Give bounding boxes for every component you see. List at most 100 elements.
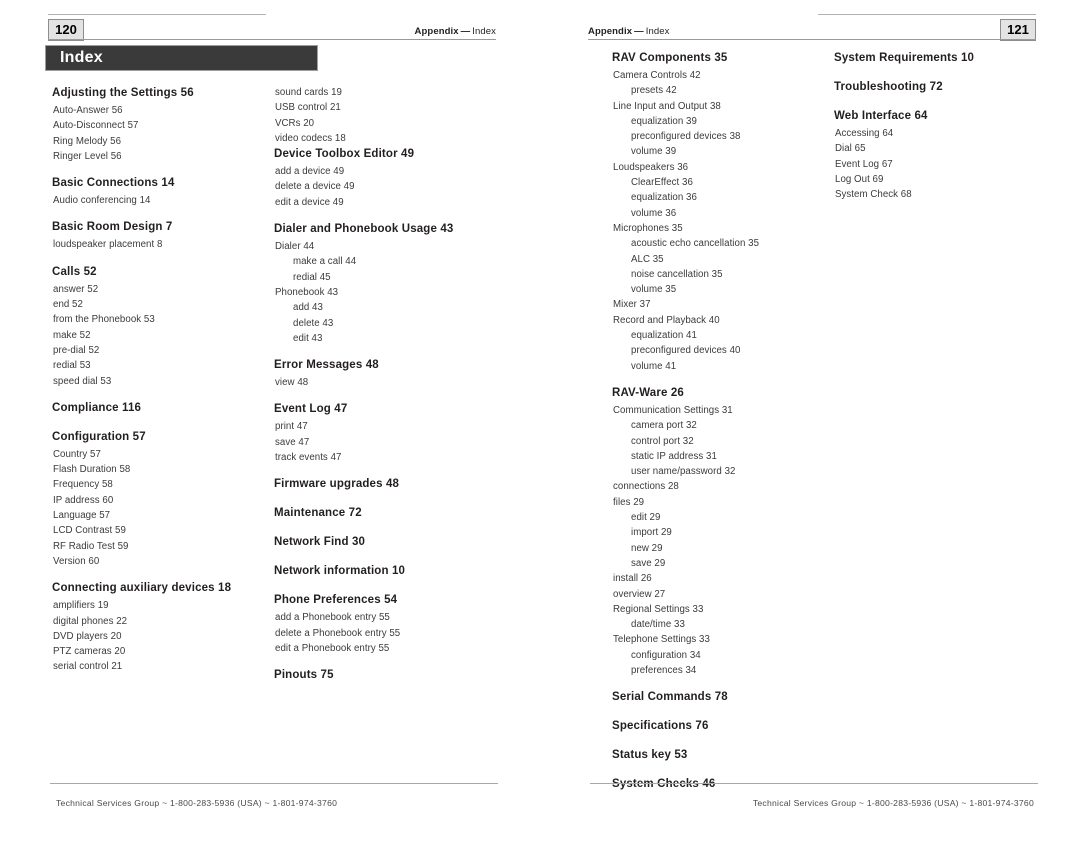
index-subentry: end 52 bbox=[53, 299, 83, 311]
index-subentry: new 29 bbox=[631, 542, 663, 554]
index-heading: Basic Connections 14 bbox=[52, 177, 175, 190]
index-subentry: save 29 bbox=[631, 557, 666, 569]
running-head-topic: Index bbox=[472, 26, 496, 37]
index-subentry: static IP address 31 bbox=[631, 450, 717, 462]
index-column-4: System Requirements 10 Troubleshooting 72… bbox=[834, 50, 1050, 794]
running-head-section: Appendix bbox=[588, 26, 633, 37]
index-heading: RAV-Ware 26 bbox=[612, 386, 684, 399]
index-subentry: Auto-Disconnect 57 bbox=[53, 120, 139, 132]
index-heading: Pinouts 75 bbox=[274, 669, 334, 682]
index-subentry: ClearEffect 36 bbox=[631, 177, 693, 189]
index-subentry: volume 36 bbox=[631, 207, 677, 219]
index-subentry: edit 29 bbox=[631, 512, 661, 524]
index-subentry: camera port 32 bbox=[631, 420, 697, 432]
index-subentry: Event Log 67 bbox=[835, 158, 893, 170]
page-header-right: Appendix — Index 121 bbox=[588, 14, 1036, 41]
index-subentry: volume 35 bbox=[631, 284, 677, 296]
index-subentry: add a device 49 bbox=[275, 166, 345, 178]
index-subentry: Line Input and Output 38 bbox=[613, 100, 721, 112]
index-subentry: Ring Melody 56 bbox=[53, 135, 122, 147]
index-subentry: noise cancellation 35 bbox=[631, 268, 723, 280]
index-subentry: preconfigured devices 38 bbox=[631, 131, 741, 143]
index-subentry: Frequency 58 bbox=[53, 479, 113, 491]
index-subentry: overview 27 bbox=[613, 588, 666, 600]
index-subentry: add 43 bbox=[293, 302, 323, 314]
index-subentry: equalization 39 bbox=[631, 115, 697, 127]
index-subentry: PTZ cameras 20 bbox=[53, 646, 126, 658]
page-number-left: 120 bbox=[48, 19, 84, 41]
index-subentry: Auto-Answer 56 bbox=[53, 105, 123, 116]
index-subentry: make 52 bbox=[53, 329, 91, 341]
index-heading: Compliance 116 bbox=[52, 401, 142, 414]
index-subentry: acoustic echo cancellation 35 bbox=[631, 238, 760, 250]
page-number-right: 121 bbox=[1000, 19, 1036, 41]
index-subentry: video codecs 18 bbox=[275, 132, 346, 144]
index-subentry: presets 42 bbox=[631, 85, 677, 97]
index-heading: Serial Commands 78 bbox=[612, 691, 728, 704]
index-column-3: RAV Components 35 Camera Controls 42 prese… bbox=[612, 50, 828, 794]
header-top-rule bbox=[48, 14, 266, 15]
index-subentry: redial 45 bbox=[293, 271, 331, 283]
footer-text-left: Technical Services Group ~ 1-800-283-593… bbox=[56, 798, 338, 808]
index-spread: 120 Appendix — Index Index Adjusting the S… bbox=[0, 0, 1080, 857]
index-subentry: preferences 34 bbox=[631, 664, 697, 676]
header-bottom-rule bbox=[588, 39, 1036, 40]
index-subentry: Regional Settings 33 bbox=[613, 603, 704, 615]
index-subentry: from the Phonebook 53 bbox=[53, 314, 155, 326]
running-head-topic: Index bbox=[645, 26, 670, 37]
index-subentry: add a Phonebook entry 55 bbox=[275, 612, 390, 624]
index-heading: Adjusting the Settings 56 bbox=[52, 87, 194, 99]
index-subentry: digital phones 22 bbox=[53, 615, 128, 627]
index-subentry: Log Out 69 bbox=[835, 173, 884, 185]
index-subentry: Dial 65 bbox=[835, 143, 866, 155]
index-subentry: edit a Phonebook entry 55 bbox=[275, 642, 390, 654]
index-subentry: edit a device 49 bbox=[275, 196, 344, 208]
index-subentry: Language 57 bbox=[53, 510, 111, 522]
index-heading: Network Find 30 bbox=[274, 536, 366, 549]
index-heading: Web Interface 64 bbox=[834, 110, 928, 122]
index-heading: RAV Components 35 bbox=[612, 52, 728, 64]
index-subentry: DVD players 20 bbox=[53, 630, 122, 642]
index-subentry: Phonebook 43 bbox=[275, 286, 339, 298]
index-subentry: preconfigured devices 40 bbox=[631, 345, 741, 357]
running-head-section: Appendix bbox=[414, 26, 459, 37]
index-heading: System Requirements 10 bbox=[834, 52, 975, 64]
index-column-1: Adjusting the Settings 56 Auto-Answer 56 A… bbox=[52, 85, 268, 685]
running-head-right: Appendix — Index bbox=[588, 26, 669, 37]
index-heading: Status key 53 bbox=[612, 749, 688, 762]
index-subentry: view 48 bbox=[275, 377, 309, 389]
index-subentry: loudspeaker placement 8 bbox=[53, 239, 163, 251]
page-footer-right: Technical Services Group ~ 1-800-283-593… bbox=[590, 783, 1038, 813]
index-subentry: RF Radio Test 59 bbox=[53, 540, 129, 552]
index-heading: Phone Preferences 54 bbox=[274, 594, 398, 607]
page-footer-left: Technical Services Group ~ 1-800-283-593… bbox=[50, 783, 498, 813]
index-subentry: Flash Duration 58 bbox=[53, 464, 131, 476]
index-heading: Basic Room Design 7 bbox=[52, 221, 173, 234]
index-subentry: redial 53 bbox=[53, 360, 91, 372]
index-subentry: track events 47 bbox=[275, 452, 342, 464]
page-title: Index bbox=[60, 49, 103, 66]
index-subentry: VCRs 20 bbox=[275, 117, 315, 129]
index-subentry: Mixer 37 bbox=[613, 299, 651, 311]
index-column-2: sound cards 19 USB control 21 VCRs 20 video… bbox=[274, 85, 490, 685]
index-subentry: control port 32 bbox=[631, 435, 694, 447]
index-subentry: Telephone Settings 33 bbox=[613, 634, 710, 646]
index-heading: Device Toolbox Editor 49 bbox=[274, 148, 415, 161]
index-subentry: equalization 36 bbox=[631, 192, 697, 204]
index-subentry: serial control 21 bbox=[53, 661, 123, 673]
index-subentry: pre-dial 52 bbox=[53, 344, 100, 356]
index-subentry: volume 41 bbox=[631, 360, 677, 372]
index-subentry: ALC 35 bbox=[631, 253, 664, 265]
running-head-dash: — bbox=[634, 26, 644, 37]
footer-rule bbox=[590, 783, 1038, 784]
running-head-left: Appendix — Index bbox=[415, 26, 496, 37]
index-subentry: delete a device 49 bbox=[275, 181, 355, 193]
index-subentry: Loudspeakers 36 bbox=[613, 161, 689, 173]
index-subentry: Record and Playback 40 bbox=[613, 314, 720, 326]
index-subentry: make a call 44 bbox=[293, 256, 357, 268]
index-subentry: Version 60 bbox=[53, 555, 100, 567]
index-subentry: date/time 33 bbox=[631, 619, 685, 631]
index-subentry: speed dial 53 bbox=[53, 375, 112, 387]
index-subentry: LCD Contrast 59 bbox=[53, 525, 126, 537]
index-subentry: System Check 68 bbox=[835, 189, 912, 201]
